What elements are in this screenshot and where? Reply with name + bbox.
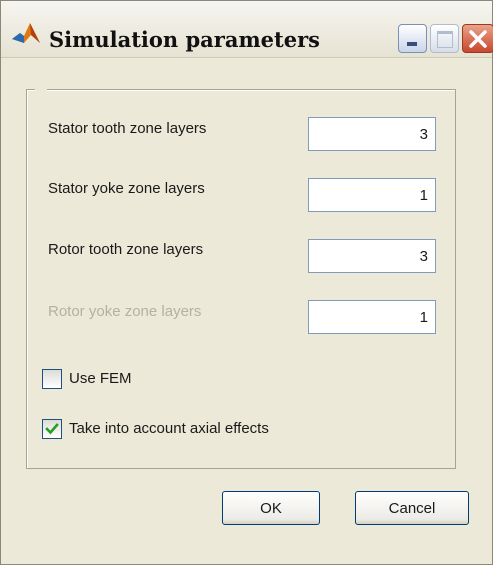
title-bar[interactable]: Simulation parameters [1, 1, 493, 58]
close-button[interactable] [462, 24, 493, 53]
axial-effects-checkbox[interactable] [42, 419, 62, 439]
stator-yoke-label: Stator yoke zone layers [48, 180, 205, 197]
stator-tooth-label: Stator tooth zone layers [48, 120, 207, 137]
minimize-icon [407, 42, 417, 46]
maximize-button[interactable] [430, 24, 459, 53]
rotor-tooth-label: Rotor tooth zone layers [48, 241, 204, 258]
stator-yoke-input[interactable] [308, 178, 436, 212]
cancel-button[interactable]: Cancel [355, 491, 469, 525]
ok-button[interactable]: OK [222, 491, 320, 525]
axial-effects-label: Take into account axial effects [69, 420, 269, 437]
minimize-button[interactable] [398, 24, 427, 53]
stator-tooth-input[interactable] [308, 117, 436, 151]
checkmark-icon [45, 423, 59, 435]
dialog-window: Simulation parameters Stator tooth zone … [0, 0, 493, 565]
close-icon [469, 30, 487, 48]
window-title: Simulation parameters [49, 27, 320, 52]
use-fem-label: Use FEM [69, 370, 132, 387]
use-fem-checkbox[interactable] [42, 369, 62, 389]
rotor-yoke-input[interactable] [308, 300, 436, 334]
rotor-yoke-label: Rotor yoke zone layers [48, 303, 202, 320]
rotor-tooth-input[interactable] [308, 239, 436, 273]
matlab-icon [11, 21, 41, 45]
maximize-icon [437, 31, 453, 48]
